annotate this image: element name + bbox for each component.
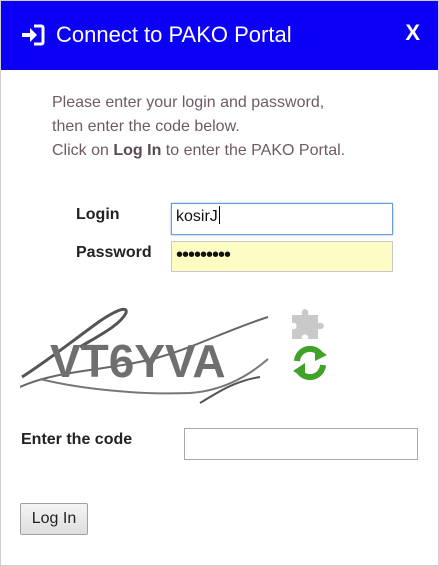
- instructions-login-emphasis: Log In: [113, 142, 162, 159]
- code-input[interactable]: [184, 428, 418, 460]
- login-input-value: kosirJ: [176, 208, 218, 225]
- code-label: Enter the code: [21, 431, 133, 448]
- refresh-icon[interactable]: [289, 343, 331, 381]
- puzzle-icon: [292, 309, 324, 339]
- password-label: Password: [76, 244, 152, 261]
- dialog-title: Connect to PAKO Portal: [56, 22, 292, 47]
- instructions-line-3-pre: Click on: [52, 142, 114, 159]
- login-arrow-icon: [22, 24, 45, 46]
- instructions-line-3-post: to enter the PAKO Portal.: [161, 142, 346, 159]
- close-button[interactable]: X: [405, 20, 420, 46]
- password-input[interactable]: •••••••••: [171, 241, 393, 272]
- instructions-line-2: then enter the code below.: [52, 118, 240, 135]
- login-input[interactable]: kosirJ: [171, 203, 393, 235]
- instructions-text: Please enter your login and password, th…: [52, 91, 412, 163]
- password-mask: •••••••••: [176, 244, 231, 266]
- dialog-titlebar: Connect to PAKO Portal X: [1, 1, 438, 70]
- login-label: Login: [76, 206, 120, 223]
- login-button[interactable]: Log In: [20, 503, 88, 535]
- instructions-line-1: Please enter your login and password,: [52, 94, 325, 111]
- captcha-image: VT6YVA: [20, 307, 269, 404]
- instructions-line-3: Click on Log In to enter the PAKO Portal…: [52, 139, 412, 163]
- login-dialog: Connect to PAKO Portal X Please enter yo…: [0, 0, 439, 566]
- text-caret: [218, 206, 220, 224]
- captcha-text: VT6YVA: [50, 335, 226, 387]
